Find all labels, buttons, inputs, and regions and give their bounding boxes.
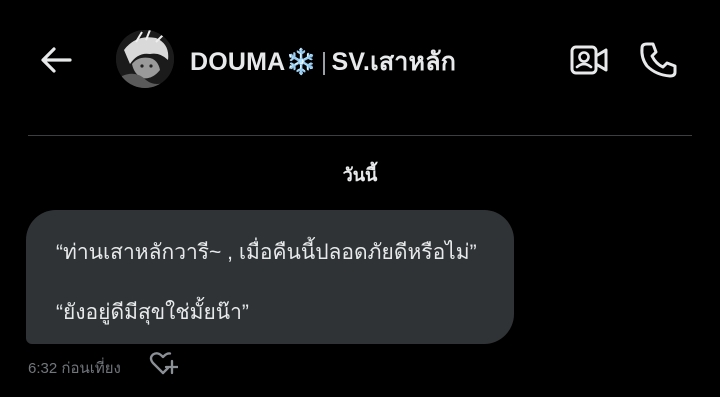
- date-separator: วันนี้: [342, 165, 378, 185]
- video-call-button[interactable]: [568, 40, 610, 80]
- chat-header: DOUMA❄️ | SV.เสาหลัก: [0, 0, 720, 120]
- contact-name: DOUMA: [190, 48, 286, 76]
- phone-icon: [640, 42, 677, 78]
- contact-handle: SV.เสาหลัก: [331, 48, 457, 76]
- voice-call-button[interactable]: [636, 38, 680, 82]
- conversation-title[interactable]: DOUMA❄️ | SV.เสาหลัก: [190, 42, 456, 82]
- heart-plus-icon: [149, 352, 180, 375]
- message-bubble[interactable]: “ท่านเสาหลักวารี~ , เมื่อคืนนี้ปลอดภัยดี…: [26, 210, 514, 344]
- add-reaction-button[interactable]: [148, 351, 180, 377]
- avatar[interactable]: [116, 30, 174, 88]
- message-timestamp: 6:32 ก่อนเที่ยง: [28, 360, 121, 377]
- snowflake-icon: ❄️: [285, 48, 317, 76]
- header-divider: [28, 135, 692, 136]
- message-line-2: “ยังอยู่ดีมีสุขใช่มั้ยน๊า”: [56, 301, 249, 324]
- back-button[interactable]: [36, 40, 76, 80]
- video-camera-icon: [570, 45, 608, 75]
- message-line-1: “ท่านเสาหลักวารี~ , เมื่อคืนนี้ปลอดภัยดี…: [56, 241, 477, 264]
- arrow-left-icon: [41, 47, 72, 73]
- title-separator: |: [320, 48, 328, 76]
